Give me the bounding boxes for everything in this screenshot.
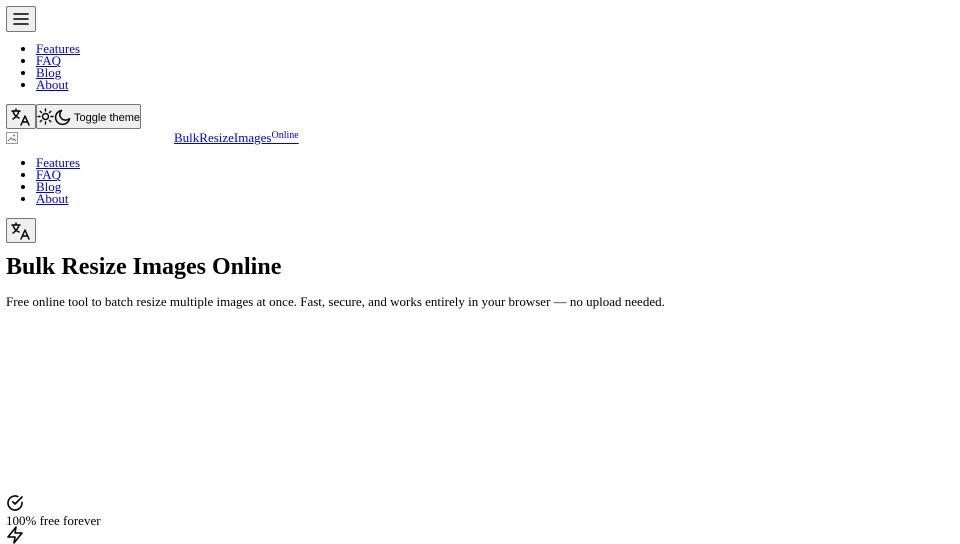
desktop-nav: Features FAQ Blog About <box>6 156 954 206</box>
brand-name: BulkResizeImages <box>174 130 272 145</box>
page: Features FAQ Blog About <box>0 0 960 243</box>
nav-item: About <box>36 77 954 92</box>
header-toolbar: Toggle theme <box>6 104 954 129</box>
language-button[interactable] <box>6 104 36 129</box>
nav-link-about[interactable]: About <box>36 191 69 206</box>
language-button[interactable] <box>6 218 36 243</box>
menu-button[interactable] <box>6 6 36 32</box>
translate-icon <box>11 221 31 240</box>
nav-link-about[interactable]: About <box>36 77 69 92</box>
theme-toggle-button[interactable]: Toggle theme <box>36 104 142 129</box>
brand-link[interactable]: BulkResizeImagesOnline <box>174 130 299 147</box>
nav-item: FAQ <box>36 168 954 181</box>
nav-item: Features <box>36 42 954 55</box>
brand: BulkResizeImagesOnline <box>6 130 954 147</box>
nav-item: Features <box>36 156 954 169</box>
moon-icon <box>54 108 72 126</box>
nav-toolbar <box>6 218 954 243</box>
brand-suffix: Online <box>271 130 299 141</box>
lightning-icon <box>6 526 24 544</box>
page-subtitle: Free online tool to batch resize multipl… <box>6 294 665 309</box>
sun-icon <box>37 108 54 125</box>
nav-item: FAQ <box>36 54 954 67</box>
mobile-nav: Features FAQ Blog About <box>6 42 954 92</box>
translate-icon <box>11 107 31 126</box>
check-circle-icon <box>6 494 24 512</box>
nav-item: Blog <box>36 180 954 193</box>
nav-item: About <box>36 191 954 206</box>
theme-toggle-label: Toggle theme <box>74 112 141 124</box>
brand-logo <box>6 132 18 144</box>
page-title: Bulk Resize Images Online <box>6 254 282 280</box>
hamburger-menu-icon <box>13 12 29 26</box>
nav-item: Blog <box>36 66 954 79</box>
